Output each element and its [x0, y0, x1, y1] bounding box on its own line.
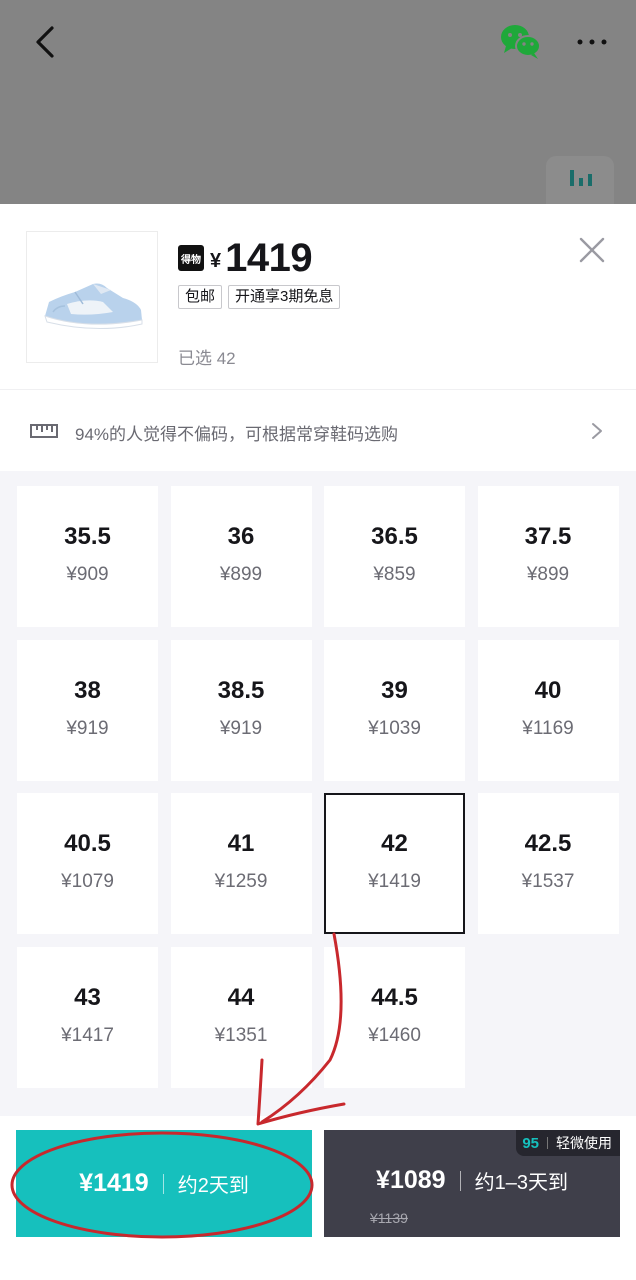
size-option-41[interactable]: 41 ¥1259	[170, 793, 312, 934]
purchase-bar: ¥1419 约2天到 95 轻微使用 ¥1089 约1–3天到 ¥1139	[0, 1116, 636, 1280]
ruler-icon	[30, 424, 58, 438]
size-label: 41	[227, 830, 255, 857]
size-option-37.5[interactable]: 37.5 ¥899	[477, 486, 619, 627]
divider	[459, 1170, 461, 1191]
currency-symbol: ¥	[210, 249, 222, 272]
size-selection-sheet: 得物 ¥ 1419 包邮 开通享3期免息 已选 42 94%的人觉得不偏码，可根…	[0, 204, 636, 1280]
size-price: ¥899	[219, 564, 263, 585]
size-price: ¥1079	[61, 871, 114, 892]
sneaker-image	[44, 283, 143, 329]
size-price: ¥1039	[368, 717, 421, 739]
selected-size-text: 已选 42	[178, 349, 236, 368]
condition-text: 轻微使用	[556, 1135, 612, 1151]
tag-installment: 开通享3期免息	[228, 285, 341, 309]
dimmed-top-bar	[0, 0, 636, 204]
product-price: 1419	[225, 235, 313, 280]
tag-free-shipping: 包邮	[178, 285, 223, 309]
close-button[interactable]	[572, 230, 612, 270]
product-image	[26, 231, 158, 363]
size-price: ¥1419	[368, 871, 421, 892]
buy-used-button[interactable]: 95 轻微使用 ¥1089 约1–3天到 ¥1139	[324, 1130, 620, 1237]
size-price: ¥1537	[521, 871, 575, 892]
condition-score-value: 95	[522, 1134, 539, 1152]
more-button[interactable]	[570, 24, 614, 60]
fast-delivery-time: 约2天到	[177, 1175, 249, 1197]
size-option-44.5[interactable]: 44.5 ¥1460	[324, 946, 465, 1088]
size-option-40.5[interactable]: 40.5 ¥1079	[17, 793, 158, 934]
price-trend-button[interactable]	[546, 156, 614, 204]
size-price: ¥1259	[214, 871, 268, 892]
share-wechat-button[interactable]	[498, 22, 544, 62]
size-price: ¥919	[219, 717, 263, 739]
size-option-40[interactable]: 40 ¥1169	[477, 639, 619, 781]
condition-score: 95	[522, 1135, 539, 1152]
size-option-36.5[interactable]: 36.5 ¥859	[324, 486, 465, 627]
size-option-38.5[interactable]: 38.5 ¥919	[170, 639, 312, 781]
size-fit-tip[interactable]: 94%的人觉得不偏码，可根据常穿鞋码选购	[0, 389, 636, 471]
size-label: 43	[74, 983, 101, 1011]
fit-tip-text: 94%的人觉得不偏码，可根据常穿鞋码选购	[75, 425, 399, 444]
divider	[547, 1137, 548, 1149]
size-grid: 35.5 ¥909 36 ¥899 36.5 ¥859 37.5 ¥899 38 ¥919 38.5…	[0, 471, 636, 1116]
used-price-row: ¥1089 约1–3天到	[324, 1166, 620, 1195]
close-icon	[579, 237, 605, 263]
size-label: 39	[381, 676, 408, 704]
bar-chart-icon	[570, 170, 592, 186]
size-option-35.5[interactable]: 35.5 ¥909	[17, 486, 158, 627]
size-label: 44	[227, 983, 255, 1011]
size-label: 42	[381, 830, 408, 857]
size-label: 40.5	[64, 830, 111, 857]
size-price: ¥1351	[214, 1024, 268, 1046]
size-option-39[interactable]: 39 ¥1039	[324, 639, 465, 781]
size-option-42[interactable]: 42 ¥1419	[324, 793, 465, 934]
wechat-icon	[501, 25, 541, 59]
product-tags: 包邮 开通享3期免息	[178, 285, 341, 309]
size-label: 36.5	[371, 523, 418, 550]
chevron-left-icon	[36, 26, 54, 58]
size-label: 44.5	[371, 983, 418, 1011]
price-row: 得物 ¥ 1419	[178, 234, 313, 282]
size-label: 38	[74, 676, 101, 704]
size-label: 35.5	[64, 523, 111, 550]
size-price: ¥1460	[368, 1024, 421, 1046]
chevron-right-icon	[592, 423, 602, 439]
size-price: ¥1169	[522, 717, 574, 739]
brand-badge: 得物	[178, 245, 204, 271]
used-price: ¥1089	[376, 1166, 446, 1194]
size-price: ¥909	[66, 564, 109, 585]
size-option-43[interactable]: 43 ¥1417	[17, 946, 158, 1088]
size-price: ¥899	[526, 564, 570, 585]
size-price: ¥1417	[61, 1024, 114, 1046]
size-option-44[interactable]: 44 ¥1351	[170, 946, 312, 1088]
size-price: ¥859	[373, 564, 416, 585]
more-icon	[577, 39, 607, 45]
size-label: 37.5	[524, 523, 572, 550]
size-label: 42.5	[524, 830, 572, 857]
size-option-38[interactable]: 38 ¥919	[17, 639, 158, 781]
condition-badge: 95 轻微使用	[516, 1130, 620, 1156]
used-original-price: ¥1139	[370, 1210, 408, 1226]
divider	[162, 1173, 164, 1194]
back-button[interactable]	[28, 20, 68, 64]
size-label: 40	[534, 676, 562, 704]
size-option-36[interactable]: 36 ¥899	[170, 486, 312, 627]
size-option-42.5[interactable]: 42.5 ¥1537	[477, 793, 619, 934]
buy-fast-delivery-button[interactable]: ¥1419 约2天到	[16, 1130, 312, 1237]
fast-price: ¥1419	[79, 1169, 149, 1197]
size-label: 38.5	[217, 676, 265, 704]
used-delivery-time: 约1–3天到	[474, 1172, 568, 1194]
size-price: ¥919	[66, 717, 109, 739]
size-label: 36	[227, 523, 255, 550]
